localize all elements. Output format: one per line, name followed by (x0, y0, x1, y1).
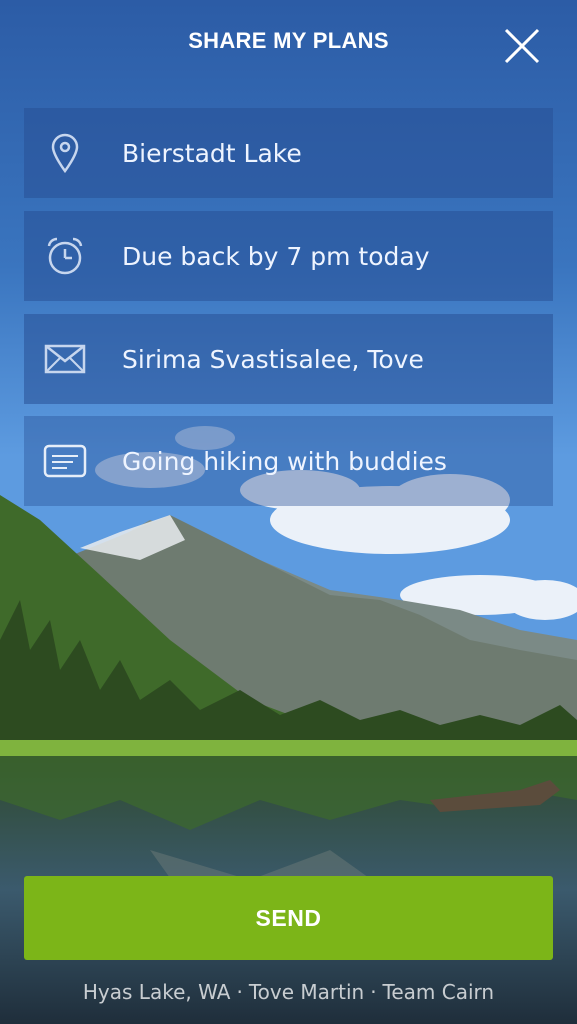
location-field[interactable]: Bierstadt Lake (24, 108, 553, 198)
recipients-field[interactable]: Sirima Svastisalee, Tove (24, 314, 553, 404)
due-back-field[interactable]: Due back by 7 pm today (24, 211, 553, 301)
due-back-value: Due back by 7 pm today (122, 241, 430, 271)
credit-team: Team Cairn (382, 980, 495, 1004)
close-button[interactable] (500, 24, 544, 68)
credit-location: Hyas Lake, WA (82, 980, 231, 1004)
recipients-value: Sirima Svastisalee, Tove (122, 344, 424, 374)
credit-photographer: Tove Martin (248, 980, 365, 1004)
location-pin-icon (24, 108, 106, 198)
message-value: Going hiking with buddies (122, 446, 447, 476)
message-field[interactable]: Going hiking with buddies (24, 416, 553, 506)
credit-separator: · (236, 980, 243, 1004)
credit-separator: · (370, 980, 377, 1004)
location-value: Bierstadt Lake (122, 138, 302, 168)
alarm-clock-icon (24, 211, 106, 301)
envelope-icon (24, 314, 106, 404)
header-bar: SHARE MY PLANS (0, 0, 577, 90)
send-button[interactable]: SEND (24, 876, 553, 960)
photo-credits: Hyas Lake, WA · Tove Martin · Team Cairn (0, 980, 577, 1004)
page-title: SHARE MY PLANS (188, 28, 389, 53)
message-icon (24, 416, 106, 506)
close-icon (504, 28, 540, 64)
